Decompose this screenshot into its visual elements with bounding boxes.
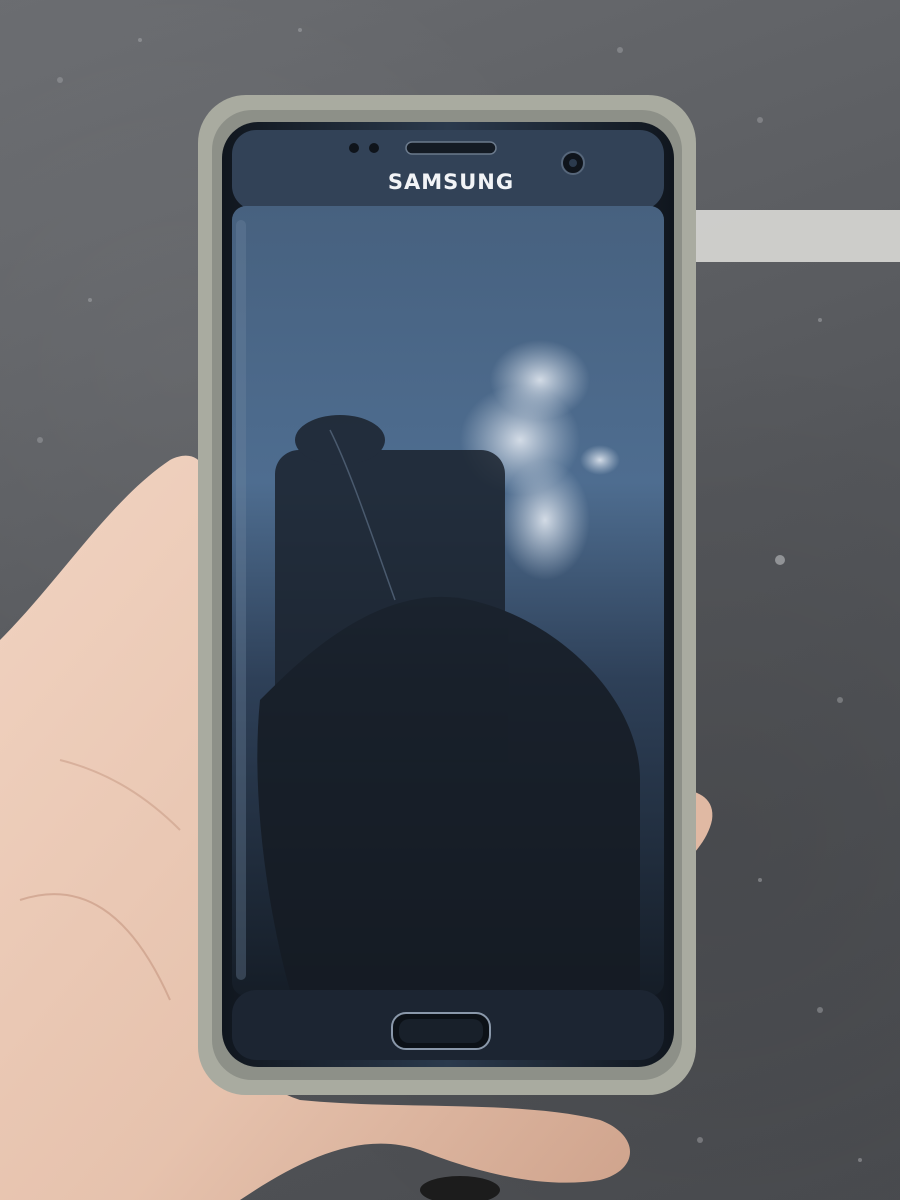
front-camera-lens — [569, 159, 577, 167]
parking-line — [690, 210, 900, 262]
home-button-inner — [399, 1019, 483, 1043]
speaker-grille — [405, 141, 497, 155]
photo-canvas: SAMSUNG — [0, 28, 900, 1200]
sensor-icon — [369, 143, 379, 153]
edge-glare — [236, 220, 246, 980]
brand-logo: SAMSUNG — [388, 170, 514, 194]
photo-scene: SAMSUNG — [0, 0, 900, 1200]
sensor-icon — [349, 143, 359, 153]
shoe-shadow — [420, 1176, 500, 1200]
